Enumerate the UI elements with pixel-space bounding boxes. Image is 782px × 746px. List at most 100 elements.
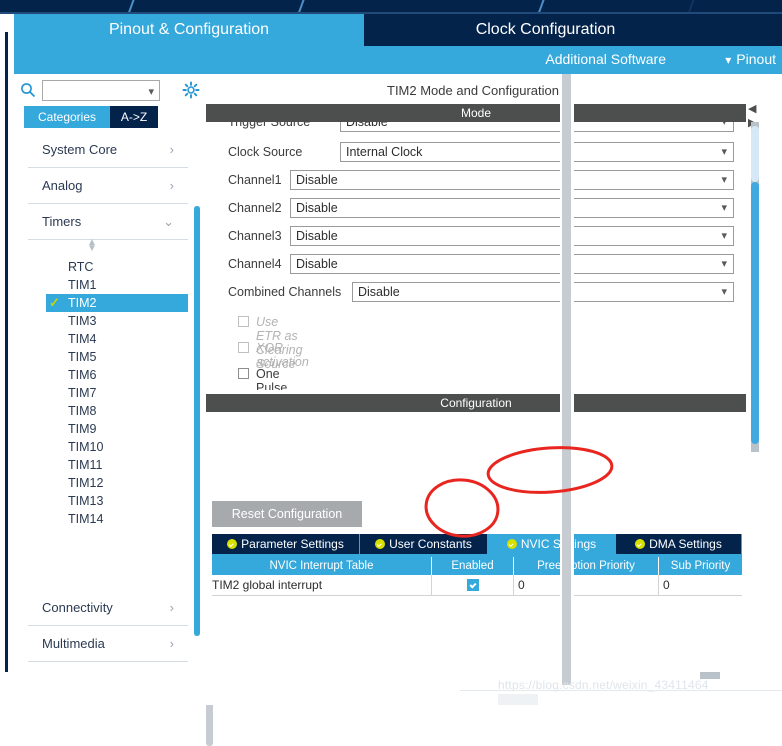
sidebar-item-connectivity[interactable]: Connectivity › — [28, 590, 188, 626]
list-item-label: TIM13 — [68, 494, 104, 508]
list-item[interactable]: TIM11 — [46, 456, 188, 474]
list-item[interactable]: TIM9 — [46, 420, 188, 438]
cell-enabled[interactable] — [432, 575, 514, 595]
list-item-label: TIM3 — [68, 314, 97, 328]
status-check-icon — [375, 539, 386, 549]
field-select[interactable]: Disable ▾ — [290, 226, 734, 246]
list-item[interactable]: TIM10 — [46, 438, 188, 456]
tab-categories[interactable]: Categories — [24, 106, 110, 128]
content-outer-scroll-area — [560, 74, 574, 685]
pinout-dropdown[interactable]: ▾ Pinout — [725, 51, 776, 67]
tab-parameter-settings[interactable]: Parameter Settings — [212, 534, 360, 554]
field-select[interactable]: Disable ▾ — [290, 254, 734, 274]
field-select[interactable]: Disable ▾ — [290, 170, 734, 190]
search-icon — [21, 83, 36, 98]
field-select[interactable]: Disable ▾ — [352, 282, 734, 302]
list-item-label: RTC — [68, 260, 94, 274]
list-item[interactable]: TIM13 — [46, 492, 188, 510]
chevron-down-icon: ⌄ — [163, 214, 174, 229]
list-item[interactable]: TIM4 — [46, 330, 188, 348]
scroll-spinner-icon[interactable]: ▲ ▼ — [84, 238, 100, 254]
cell-sub-priority[interactable]: 0 — [659, 575, 742, 595]
field-combined-channels[interactable]: Combined Channels Disable ▾ — [228, 282, 738, 304]
tab-nvic-settings[interactable]: NVIC Settings — [488, 534, 616, 554]
list-item[interactable]: TIM3 — [46, 312, 188, 330]
field-channel2[interactable]: Channel2 Disable ▾ — [228, 198, 738, 220]
list-item[interactable]: TIM7 — [46, 384, 188, 402]
tab-overflow-area[interactable] — [727, 14, 782, 46]
list-item[interactable]: TIM5 — [46, 348, 188, 366]
chevron-down-icon: ▾ — [721, 286, 727, 298]
list-item[interactable]: TIM14 — [46, 510, 188, 528]
field-value: Disable — [296, 201, 338, 215]
cell-interrupt-name: TIM2 global interrupt — [212, 575, 432, 595]
checkbox-box — [238, 342, 249, 353]
configuration-section-header: Configuration — [206, 394, 746, 412]
tab-clock-configuration[interactable]: Clock Configuration — [364, 14, 727, 46]
collapse-left-icon[interactable]: ◀ — [748, 102, 756, 115]
status-check-icon — [506, 539, 517, 549]
field-channel1[interactable]: Channel1 Disable ▾ — [228, 170, 738, 192]
checkbox-box[interactable] — [238, 368, 249, 379]
mode-scrollbar-upper[interactable] — [751, 126, 759, 182]
list-item[interactable]: RTC — [46, 258, 188, 276]
field-label: Channel3 — [228, 229, 282, 243]
mode-scrollbar-thumb[interactable] — [751, 182, 759, 444]
reset-configuration-button[interactable]: Reset Configuration — [212, 501, 362, 527]
list-item-label: TIM2 — [68, 296, 97, 310]
search-input[interactable]: ▾ — [42, 80, 160, 101]
content-scrollbar-track[interactable] — [562, 74, 571, 685]
chevron-down-icon: ▾ — [721, 122, 727, 128]
table-row[interactable]: TIM2 global interrupt 0 0 — [212, 575, 742, 596]
column-header-enabled[interactable]: Enabled — [432, 557, 514, 575]
field-trigger-source[interactable]: Trigger Source Disable ▾ — [228, 122, 738, 134]
field-value: Disable — [358, 285, 400, 299]
left-accent-bar — [5, 32, 8, 672]
field-select[interactable]: Internal Clock ▾ — [340, 142, 734, 162]
status-check-icon — [635, 539, 646, 549]
column-header-preemption-priority[interactable]: Preemption Priority — [514, 557, 659, 575]
sidebar-item-label: Multimedia — [42, 636, 105, 651]
field-select[interactable]: Disable ▾ — [340, 122, 734, 132]
list-item-tim2-selected[interactable]: ✓ TIM2 — [46, 294, 188, 312]
tab-a-to-z[interactable]: A->Z — [110, 106, 158, 128]
list-item-label: TIM12 — [68, 476, 104, 490]
sidebar-item-label: Connectivity — [42, 600, 113, 615]
sidebar-item-multimedia[interactable]: Multimedia › — [28, 626, 188, 662]
list-item[interactable]: TIM12 — [46, 474, 188, 492]
tab-pinout-configuration[interactable]: Pinout & Configuration — [14, 14, 364, 46]
field-value: Internal Clock — [346, 145, 423, 159]
field-value: Disable — [296, 173, 338, 187]
configuration-box: Reset Configuration Parameter Settings U… — [206, 412, 746, 704]
field-label: Channel1 — [228, 173, 282, 187]
chevron-down-icon: ▾ — [721, 146, 727, 158]
tab-label: Parameter Settings — [241, 537, 344, 551]
sidebar-item-system-core[interactable]: System Core › — [28, 132, 188, 168]
tab-dma-settings[interactable]: DMA Settings — [616, 534, 742, 554]
column-header-sub-priority[interactable]: Sub Priority — [659, 557, 742, 575]
field-clock-source[interactable]: Clock Source Internal Clock ▾ — [228, 142, 738, 164]
sidebar-item-label: System Core — [42, 142, 118, 157]
checkbox-checked-icon[interactable] — [466, 579, 479, 591]
mode-section-header: Mode — [206, 104, 746, 122]
field-select[interactable]: Disable ▾ — [290, 198, 734, 218]
configuration-tab-bar: Parameter Settings User Constants NVIC S… — [212, 534, 742, 554]
list-item[interactable]: TIM8 — [46, 402, 188, 420]
additional-software-label[interactable]: Additional Software — [545, 51, 666, 67]
tab-user-constants[interactable]: User Constants — [360, 534, 488, 554]
field-channel4[interactable]: Channel4 Disable ▾ — [228, 254, 738, 276]
category-list-bottom: Connectivity › Multimedia › — [28, 590, 188, 662]
field-label: Trigger Source — [228, 122, 311, 129]
left-edge-rail — [0, 14, 14, 705]
sidebar-item-timers[interactable]: Timers ⌄ — [28, 204, 188, 240]
gear-icon[interactable] — [182, 81, 200, 99]
cell-preemption-priority[interactable]: 0 — [514, 575, 659, 595]
list-item[interactable]: TIM1 — [46, 276, 188, 294]
list-item[interactable]: TIM6 — [46, 366, 188, 384]
sidebar-item-analog[interactable]: Analog › — [28, 168, 188, 204]
watermark-text: https://blog.csdn.net/weixin_43411464 — [498, 678, 709, 692]
field-channel3[interactable]: Channel3 Disable ▾ — [228, 226, 738, 248]
tab-label: DMA Settings — [649, 537, 722, 551]
chevron-down-icon[interactable]: ▾ — [148, 85, 154, 98]
column-header-nvic-interrupt-table[interactable]: NVIC Interrupt Table — [212, 557, 432, 575]
